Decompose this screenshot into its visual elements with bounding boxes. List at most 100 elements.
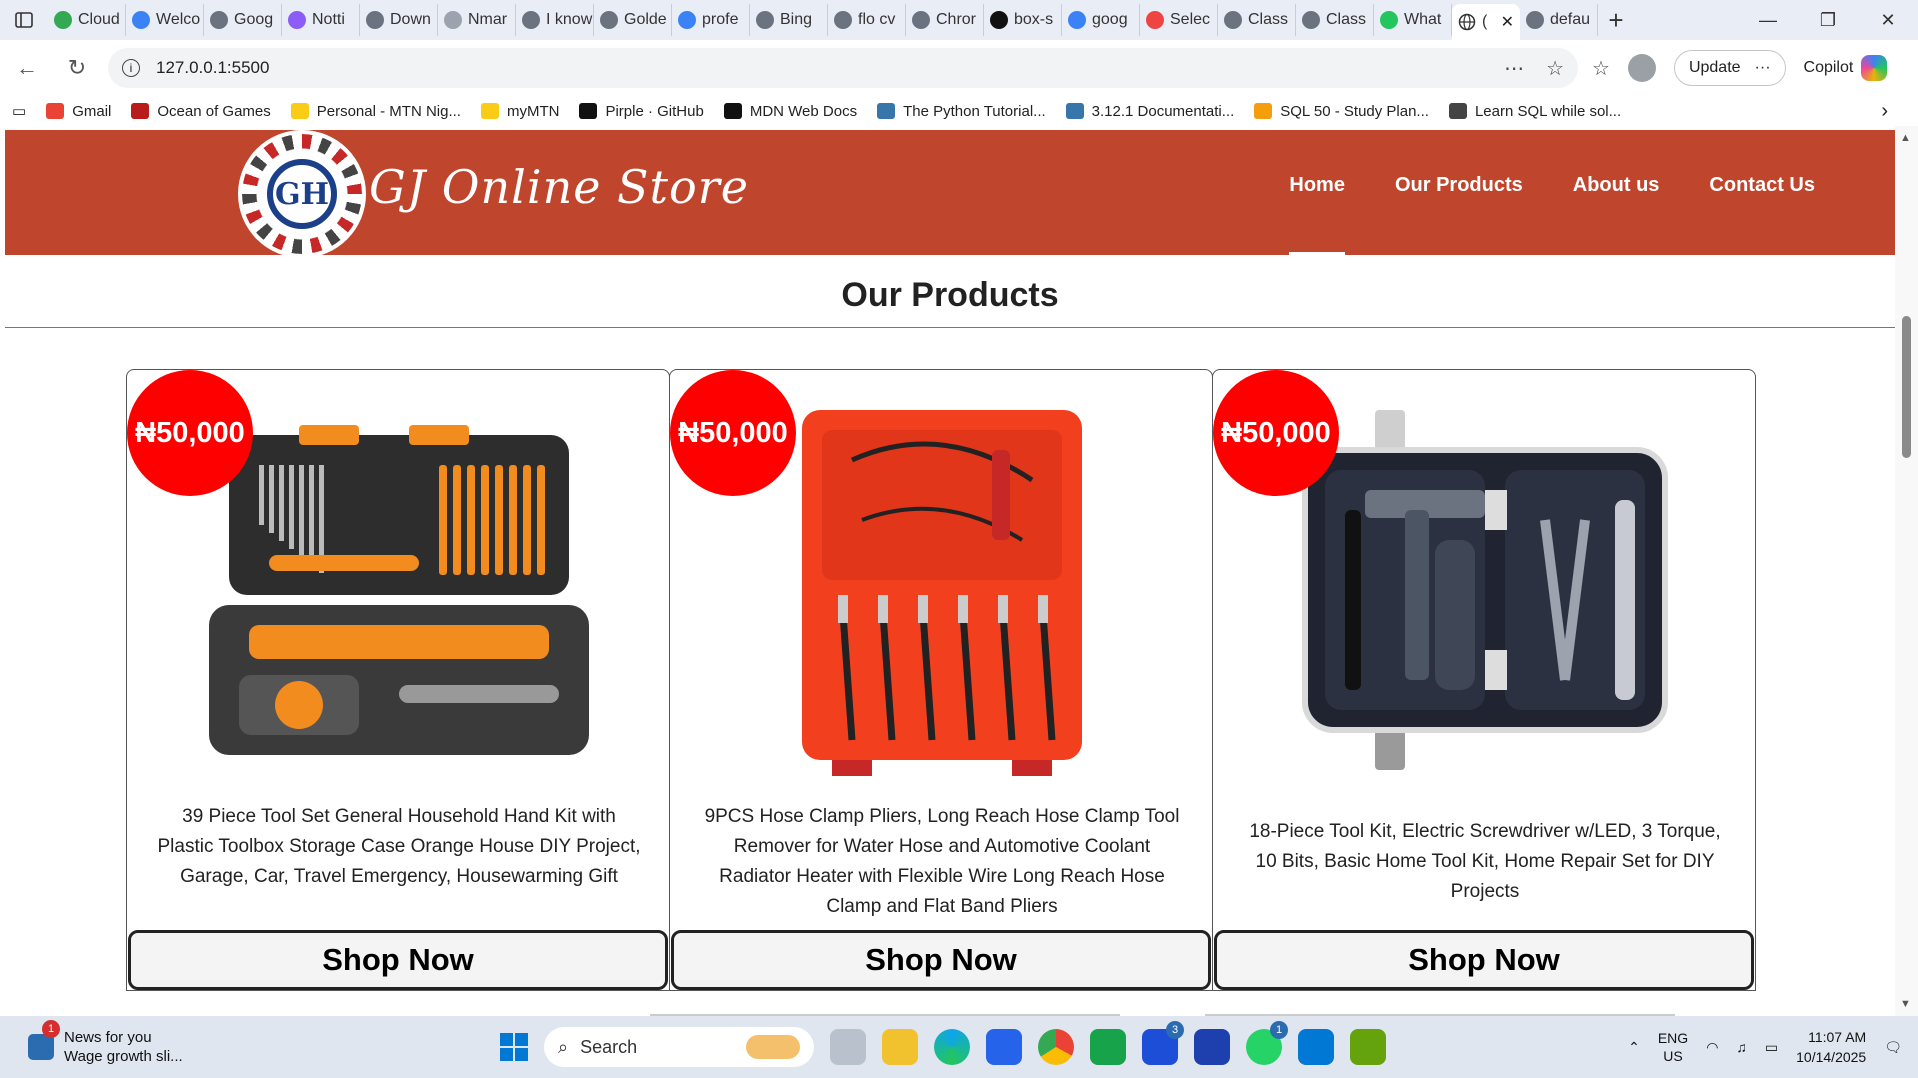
tab-label: Notti bbox=[312, 11, 345, 28]
store-logo[interactable]: GH bbox=[238, 130, 366, 258]
clock-date: 10/14/2025 bbox=[1796, 1049, 1867, 1065]
battery-icon[interactable]: ▭ bbox=[1765, 1039, 1778, 1056]
site-info-icon[interactable]: i bbox=[122, 59, 140, 77]
tab-item[interactable]: Golde bbox=[594, 4, 672, 36]
tab-item[interactable]: Notti bbox=[282, 4, 360, 36]
tab-item[interactable]: profe bbox=[672, 4, 750, 36]
product-card: ₦50,000 18-Piece Tool Kit, Electric Screw… bbox=[1212, 369, 1756, 991]
tab-item[interactable]: Cloud bbox=[48, 4, 126, 36]
tab-item[interactable]: Welco bbox=[126, 4, 204, 36]
tab-item[interactable]: box-s bbox=[984, 4, 1062, 36]
task-view-icon[interactable] bbox=[830, 1029, 866, 1065]
clock[interactable]: 11:07 AM 10/14/2025 bbox=[1796, 1027, 1866, 1067]
back-button[interactable]: ← bbox=[4, 45, 50, 91]
bookmark-item[interactable]: 3.12.1 Documentati... bbox=[1065, 103, 1234, 120]
tab-label: profe bbox=[702, 11, 739, 28]
bookmark-item[interactable]: Pirple · GitHub bbox=[579, 102, 704, 120]
new-tab-button[interactable]: + bbox=[1598, 5, 1634, 36]
tab-active[interactable]: ( ✕ bbox=[1452, 4, 1520, 40]
bookmark-item[interactable]: Ocean of Games bbox=[131, 103, 271, 120]
store-app-icon[interactable]: 3 bbox=[1142, 1021, 1184, 1065]
bookmark-item[interactable]: SQL 50 - Study Plan... bbox=[1254, 103, 1429, 120]
copilot-button[interactable]: Copilot bbox=[1804, 55, 1888, 81]
tab-item[interactable]: goog bbox=[1062, 4, 1140, 36]
windows-taskbar: 1 News for you Wage growth sli... ⌕ Sear… bbox=[0, 1016, 1918, 1078]
page-viewport: GH GJ Online Store Home Our Products About… bbox=[0, 126, 1918, 1016]
app-icon[interactable] bbox=[1090, 1029, 1126, 1065]
tab-actions-icon[interactable] bbox=[0, 0, 48, 40]
whatsapp-icon[interactable]: 1 bbox=[1246, 1021, 1288, 1065]
bookmark-item[interactable]: The Python Tutorial... bbox=[877, 103, 1046, 120]
system-tray: ⌃ ENG US ◠ ♫ ▭ 11:07 AM 10/14/2025 🗨 bbox=[1628, 1027, 1902, 1067]
tab-item[interactable]: flo cv bbox=[828, 4, 906, 36]
tab-item[interactable]: Bing bbox=[750, 4, 828, 36]
tab-favicon-icon bbox=[600, 11, 618, 29]
chrome-icon[interactable] bbox=[1038, 1029, 1074, 1065]
tab-item[interactable]: Chror bbox=[906, 4, 984, 36]
bookmark-item[interactable]: Personal - MTN Nig... bbox=[290, 103, 461, 120]
reader-options-icon[interactable]: ⋯ bbox=[1504, 56, 1524, 81]
tab-item[interactable]: I know bbox=[516, 4, 594, 36]
profile-avatar[interactable] bbox=[1627, 54, 1656, 82]
nav-link-our-products[interactable]: Our Products bbox=[1395, 174, 1523, 197]
vscode-icon[interactable] bbox=[1298, 1029, 1334, 1065]
minimize-button[interactable]: — bbox=[1738, 10, 1798, 31]
bookmark-favicon-icon bbox=[1448, 103, 1467, 119]
shop-now-button[interactable]: Shop Now bbox=[1214, 930, 1754, 990]
bookmark-item[interactable]: MDN Web Docs bbox=[723, 103, 857, 120]
reload-button[interactable]: ↻ bbox=[54, 45, 100, 91]
windows-start-icon[interactable] bbox=[500, 1033, 528, 1061]
microsoft-store-icon[interactable] bbox=[986, 1029, 1022, 1065]
edge-icon[interactable] bbox=[934, 1029, 970, 1065]
taskbar-search[interactable]: ⌕ Search bbox=[544, 1027, 814, 1067]
wifi-icon[interactable]: ◠ bbox=[1706, 1039, 1718, 1056]
restore-button[interactable]: ❐ bbox=[1798, 10, 1858, 31]
scroll-up-icon[interactable]: ▲ bbox=[1900, 132, 1911, 144]
bookmark-label: Learn SQL while sol... bbox=[1474, 102, 1622, 120]
tab-item[interactable]: Nmar bbox=[438, 4, 516, 36]
tab-label: Class bbox=[1326, 11, 1367, 28]
nav-link-about-us[interactable]: About us bbox=[1573, 174, 1660, 197]
tab-item[interactable]: Class bbox=[1296, 4, 1374, 36]
tab-item[interactable]: Goog bbox=[204, 4, 282, 36]
language-indicator[interactable]: ENG US bbox=[1658, 1029, 1688, 1065]
bookmark-item[interactable]: Gmail bbox=[46, 103, 111, 120]
url-text[interactable]: 127.0.0.1:5500 bbox=[156, 58, 269, 78]
tab-item[interactable]: Class bbox=[1218, 4, 1296, 36]
volume-icon[interactable]: ♫ bbox=[1736, 1039, 1747, 1055]
tab-favicon-icon bbox=[756, 11, 774, 29]
update-button[interactable]: Update ··· bbox=[1673, 50, 1786, 86]
word-icon[interactable] bbox=[1194, 1029, 1230, 1065]
scroll-down-icon[interactable]: ▼ bbox=[1900, 998, 1911, 1010]
chevron-right-icon[interactable]: › bbox=[1881, 100, 1888, 123]
page-scrollbar[interactable]: ▲ ▼ bbox=[1895, 126, 1918, 1016]
nav-link-contact-us[interactable]: Contact Us bbox=[1709, 174, 1815, 197]
news-widget[interactable]: 1 News for you Wage growth sli... bbox=[28, 1020, 183, 1066]
scrollbar-thumb[interactable] bbox=[1902, 316, 1911, 458]
tab-item[interactable]: What bbox=[1374, 4, 1452, 36]
shop-now-button[interactable]: Shop Now bbox=[671, 930, 1211, 990]
tab-label: Bing bbox=[780, 11, 813, 28]
bookmark-label: Pirple · GitHub bbox=[605, 102, 704, 120]
tab-label: What bbox=[1404, 11, 1442, 28]
tab-item[interactable]: Selec bbox=[1140, 4, 1218, 36]
close-window-button[interactable]: ✕ bbox=[1858, 10, 1918, 31]
favorites-icon[interactable]: ☆ bbox=[1592, 56, 1610, 81]
tab-item[interactable]: Down bbox=[360, 4, 438, 36]
file-explorer-icon[interactable] bbox=[882, 1029, 918, 1065]
collections-icon[interactable]: ▭ bbox=[12, 102, 26, 120]
whatsapp-badge: 1 bbox=[1270, 1021, 1288, 1039]
nav-link-home[interactable]: Home bbox=[1289, 174, 1345, 255]
shop-now-button[interactable]: Shop Now bbox=[128, 930, 668, 990]
bookmark-item[interactable]: Learn SQL while sol... bbox=[1448, 102, 1622, 120]
bookmark-item[interactable]: myMTN bbox=[480, 103, 559, 120]
address-bar[interactable]: i 127.0.0.1:5500 ⋯ ☆ bbox=[108, 48, 1578, 88]
app-icon[interactable] bbox=[1350, 1029, 1386, 1065]
more-menu-icon[interactable]: ··· bbox=[1755, 59, 1771, 77]
notifications-icon[interactable]: 🗨 bbox=[1884, 1039, 1902, 1056]
favorite-star-icon[interactable]: ☆ bbox=[1546, 56, 1564, 81]
tab-default[interactable]: defau bbox=[1520, 4, 1598, 36]
chevron-up-icon[interactable]: ⌃ bbox=[1628, 1039, 1640, 1056]
close-tab-icon[interactable]: ✕ bbox=[1501, 12, 1514, 32]
copilot-icon bbox=[1861, 55, 1888, 81]
